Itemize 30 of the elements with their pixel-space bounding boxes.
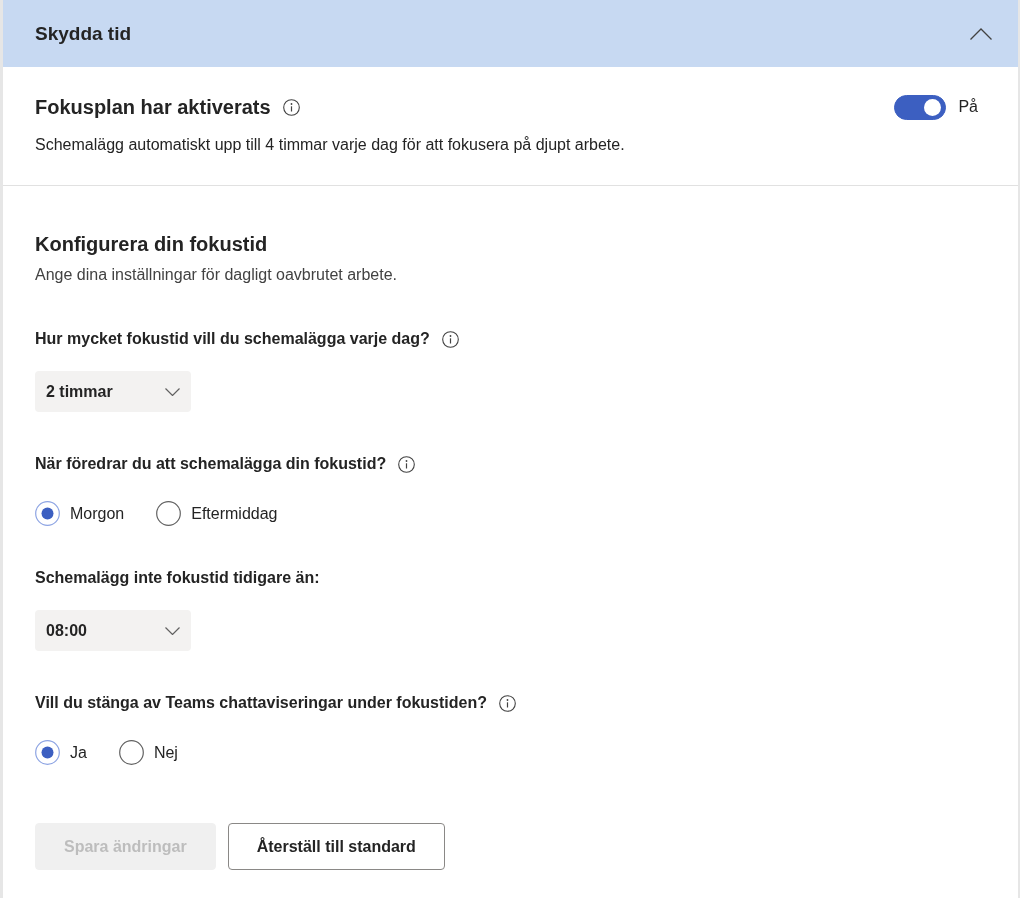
radio-circle-icon[interactable] <box>35 501 60 526</box>
info-icon[interactable] <box>441 330 459 348</box>
configure-title: Konfigurera din fokustid <box>35 232 269 257</box>
dropdown[interactable]: 2 timmar <box>35 371 191 412</box>
chevron-up-icon[interactable] <box>970 27 992 40</box>
question-label: Vill du stänga av Teams chattaviseringar under fokustiden? <box>35 693 487 713</box>
question-label: Hur mycket fokustid vill du schemalägga varje dag? <box>35 329 430 349</box>
dropdown[interactable]: 08:00 <box>35 610 191 651</box>
info-icon[interactable] <box>398 455 416 473</box>
chevron-down-icon <box>165 387 180 396</box>
radio-option[interactable]: Ja <box>35 740 87 765</box>
configure-subtitle: Ange dina inställningar för dagligt oavbrutet arbete. <box>35 265 398 285</box>
question-label: När föredrar du att schemalägga din fokustid? <box>35 454 387 474</box>
section-title: Skydda tid <box>35 22 132 45</box>
info-icon[interactable] <box>499 694 516 712</box>
focus-plan-title: Fokusplan har aktiverats <box>35 95 271 120</box>
radio-option[interactable]: Eftermiddag <box>156 501 278 526</box>
toggle-label: På <box>958 98 978 116</box>
radio-option[interactable]: Morgon <box>35 501 125 526</box>
question-label: Schemalägg inte fokustid tidigare än: <box>35 568 320 588</box>
reset-button[interactable]: Återställ till standard <box>227 823 445 870</box>
section-header[interactable]: Skydda tid <box>3 0 1018 67</box>
radio-circle-icon[interactable] <box>118 740 144 765</box>
radio-circle-icon[interactable] <box>156 501 182 526</box>
radio-circle-icon[interactable] <box>35 740 60 765</box>
info-icon[interactable] <box>282 98 300 116</box>
description-text: Schemalägg automatiskt upp till 4 timmar varje dag för att fokusera på djupt arbete. <box>35 135 626 155</box>
radio-option[interactable]: Nej <box>118 740 178 765</box>
chevron-down-icon <box>165 626 180 635</box>
toggle-switch[interactable] <box>894 94 947 120</box>
